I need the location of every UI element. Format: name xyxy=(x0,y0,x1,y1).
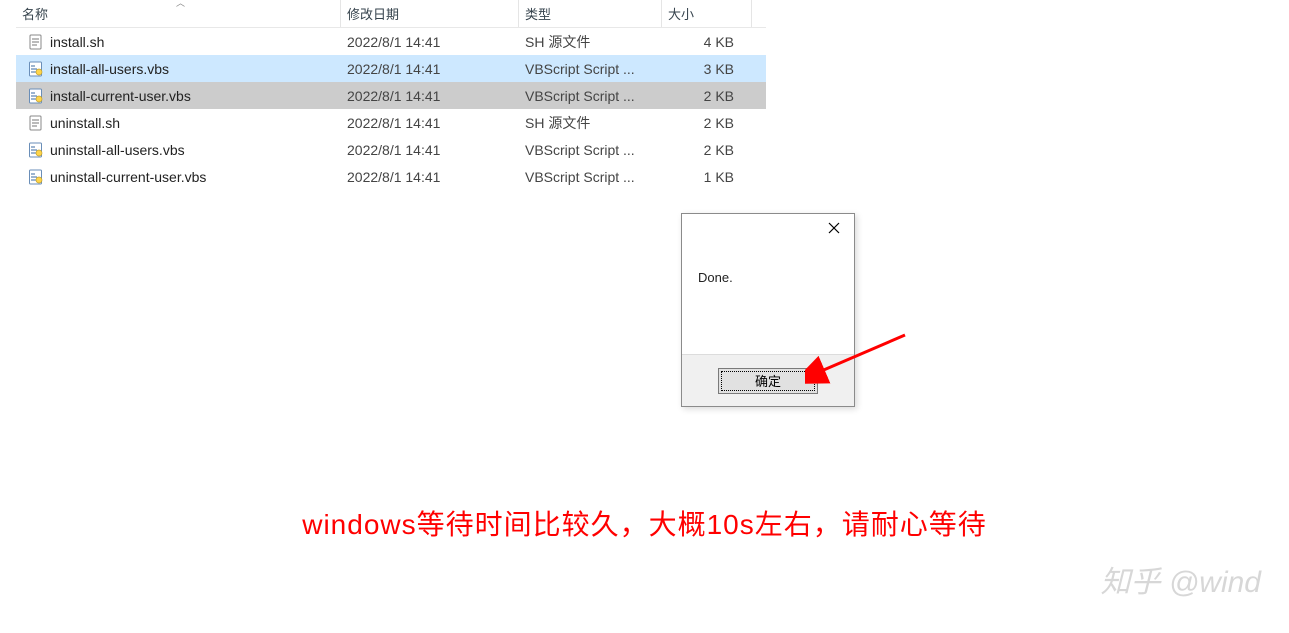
file-type: VBScript Script ... xyxy=(519,167,662,187)
file-date: 2022/8/1 14:41 xyxy=(341,140,519,160)
vbs-file-icon xyxy=(28,169,44,185)
table-row[interactable]: uninstall-current-user.vbs 2022/8/1 14:41… xyxy=(16,163,766,190)
close-icon[interactable] xyxy=(814,214,854,242)
file-date: 2022/8/1 14:41 xyxy=(341,167,519,187)
vbs-file-icon xyxy=(28,142,44,158)
column-headers: 名称 修改日期 类型 大小 xyxy=(16,0,766,28)
header-size[interactable]: 大小 xyxy=(662,0,752,27)
dialog-footer: 确定 xyxy=(682,354,854,406)
file-date: 2022/8/1 14:41 xyxy=(341,113,519,133)
table-row[interactable]: install-current-user.vbs 2022/8/1 14:41VB… xyxy=(16,82,766,109)
done-dialog: Done. 确定 xyxy=(681,213,855,407)
header-date[interactable]: 修改日期 xyxy=(341,0,519,27)
table-row[interactable]: install-all-users.vbs 2022/8/1 14:41VBScr… xyxy=(16,55,766,82)
file-name: install-current-user.vbs xyxy=(50,88,191,104)
file-date: 2022/8/1 14:41 xyxy=(341,86,519,106)
file-name: install-all-users.vbs xyxy=(50,61,169,77)
file-type: VBScript Script ... xyxy=(519,59,662,79)
file-size: 4 KB xyxy=(662,32,752,52)
sh-file-icon xyxy=(28,34,44,50)
table-row[interactable]: uninstall-all-users.vbs 2022/8/1 14:41VBS… xyxy=(16,136,766,163)
file-size: 2 KB xyxy=(662,113,752,133)
file-type: SH 源文件 xyxy=(519,111,662,135)
vbs-file-icon xyxy=(28,88,44,104)
file-list: ︿ 名称 修改日期 类型 大小 install.sh 2022/8/1 14:41… xyxy=(16,0,766,190)
file-name: uninstall-all-users.vbs xyxy=(50,142,185,158)
file-date: 2022/8/1 14:41 xyxy=(341,32,519,52)
file-type: VBScript Script ... xyxy=(519,86,662,106)
annotation-caption: windows等待时间比较久，大概10s左右，请耐心等待 xyxy=(0,503,1289,543)
file-type: SH 源文件 xyxy=(519,30,662,54)
file-name: uninstall-current-user.vbs xyxy=(50,169,206,185)
dialog-message: Done. xyxy=(682,250,854,354)
dialog-titlebar xyxy=(682,214,854,250)
vbs-file-icon xyxy=(28,61,44,77)
file-type: VBScript Script ... xyxy=(519,140,662,160)
sh-file-icon xyxy=(28,115,44,131)
ok-button[interactable]: 确定 xyxy=(718,368,818,394)
header-type[interactable]: 类型 xyxy=(519,0,662,27)
file-date: 2022/8/1 14:41 xyxy=(341,59,519,79)
table-row[interactable]: uninstall.sh 2022/8/1 14:41SH 源文件2 KB xyxy=(16,109,766,136)
file-size: 1 KB xyxy=(662,167,752,187)
file-size: 2 KB xyxy=(662,86,752,106)
table-row[interactable]: install.sh 2022/8/1 14:41SH 源文件4 KB xyxy=(16,28,766,55)
file-size: 3 KB xyxy=(662,59,752,79)
watermark: 知乎 @wind xyxy=(1101,557,1262,601)
file-name: install.sh xyxy=(50,34,104,50)
sort-indicator: ︿ xyxy=(176,0,185,9)
file-name: uninstall.sh xyxy=(50,115,120,131)
file-size: 2 KB xyxy=(662,140,752,160)
